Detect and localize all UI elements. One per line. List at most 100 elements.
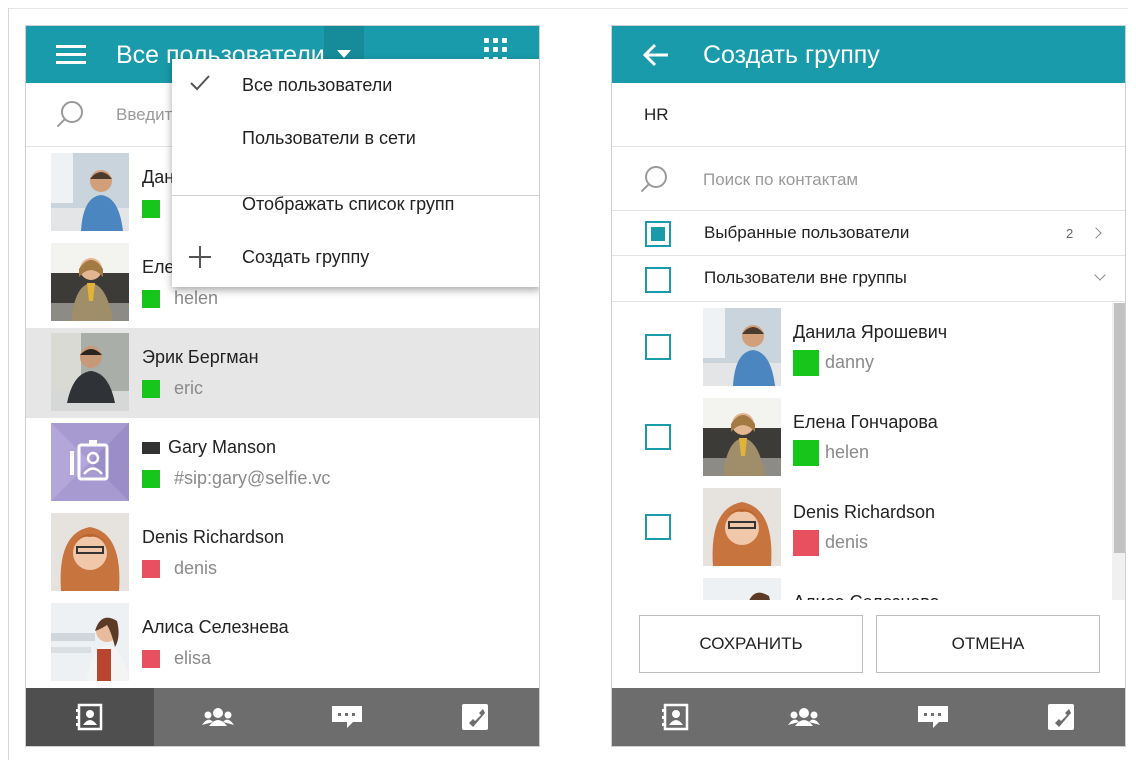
contact-login: #sip:gary@selfie.vc bbox=[174, 468, 331, 488]
tab-groups[interactable] bbox=[740, 688, 868, 746]
member-checkbox[interactable] bbox=[645, 514, 671, 540]
selected-users-checkbox[interactable] bbox=[645, 221, 671, 247]
menu-item-label: Отображать список групп bbox=[242, 194, 455, 214]
contact-row[interactable]: Gary Manson #sip:gary@selfie.vc bbox=[26, 418, 539, 508]
cancel-button[interactable]: ОТМЕНА bbox=[876, 615, 1100, 673]
chat-icon bbox=[331, 706, 362, 728]
member-list: Данила Ярошевич danny Елена Гончарова he… bbox=[612, 303, 1125, 600]
member-name: Denis Richardson bbox=[793, 502, 936, 522]
filter-dropdown-menu: Все пользователи Пользователи в сети Ото… bbox=[172, 59, 539, 287]
avatar bbox=[703, 398, 781, 476]
member-checkbox[interactable] bbox=[645, 424, 671, 450]
member-name: Данила Ярошевич bbox=[793, 322, 948, 342]
save-button[interactable]: СОХРАНИТЬ bbox=[639, 615, 863, 673]
phone-icon bbox=[1047, 704, 1074, 730]
hamburger-menu-icon[interactable] bbox=[56, 45, 86, 65]
contact-name: Эрик Бергман bbox=[142, 347, 259, 367]
selected-users-count: 2 bbox=[1066, 226, 1074, 241]
tab-calls[interactable] bbox=[997, 688, 1125, 746]
status-indicator bbox=[142, 380, 160, 398]
create-group-appbar: Создать группу bbox=[612, 26, 1125, 83]
search-icon bbox=[61, 101, 83, 123]
contact-login: denis bbox=[174, 558, 218, 578]
chat-icon bbox=[917, 706, 948, 728]
member-list-scrollbar[interactable] bbox=[1112, 303, 1125, 600]
chevron-right-icon bbox=[1090, 227, 1102, 239]
menu-item-all-users[interactable]: Все пользователи bbox=[172, 61, 539, 113]
group-icon bbox=[202, 708, 235, 726]
chevron-down-icon bbox=[1094, 269, 1106, 281]
status-indicator bbox=[793, 350, 819, 376]
member-login: danny bbox=[825, 352, 875, 372]
contact-row[interactable]: Алиса Селезнева elisa bbox=[26, 598, 539, 688]
outside-users-checkbox[interactable] bbox=[645, 267, 671, 293]
contact-name: Алиса Селезнева bbox=[142, 617, 289, 637]
member-row[interactable]: Алиса Селезнева elisa bbox=[612, 573, 1112, 600]
tab-groups[interactable] bbox=[154, 688, 282, 746]
bottom-tab-bar bbox=[612, 688, 1125, 746]
contact-row[interactable]: Эрик Бергман eric bbox=[26, 328, 539, 418]
menu-item-create-group[interactable]: Создать группу bbox=[172, 233, 539, 285]
avatar bbox=[51, 603, 129, 681]
status-indicator bbox=[793, 530, 819, 556]
selected-users-label: Выбранные пользователи bbox=[704, 223, 910, 242]
avatar bbox=[51, 243, 129, 321]
contact-login: helen bbox=[174, 288, 219, 308]
avatar bbox=[703, 308, 781, 386]
outside-users-row[interactable]: Пользователи вне группы bbox=[612, 257, 1125, 302]
contact-name: Denis Richardson bbox=[142, 527, 285, 547]
menu-item-label: Создать группу bbox=[242, 247, 370, 267]
member-row[interactable]: Данила Ярошевич danny bbox=[612, 303, 1112, 393]
member-row[interactable]: Denis Richardson denis bbox=[612, 483, 1112, 573]
avatar bbox=[703, 578, 781, 600]
tab-chat[interactable] bbox=[283, 688, 411, 746]
tab-chat[interactable] bbox=[869, 688, 997, 746]
contact-name: Gary Manson bbox=[168, 437, 277, 457]
status-indicator bbox=[142, 470, 160, 488]
contacts-screen: Все пользователи Введите имя Данила Ярош… bbox=[25, 25, 540, 747]
contact-row[interactable]: Denis Richardson denis bbox=[26, 508, 539, 598]
status-indicator bbox=[142, 290, 160, 308]
menu-item-online-users[interactable]: Пользователи в сети bbox=[172, 114, 539, 166]
tab-contacts[interactable] bbox=[612, 688, 740, 746]
frame-top-line bbox=[8, 8, 1128, 9]
avatar bbox=[51, 513, 129, 591]
menu-item-label: Все пользователи bbox=[242, 75, 393, 95]
address-book-icon bbox=[76, 703, 103, 731]
scrollbar-thumb[interactable] bbox=[1114, 303, 1125, 553]
status-indicator bbox=[142, 560, 160, 578]
menu-item-show-groups[interactable]: Отображать список групп bbox=[172, 180, 539, 232]
search-input[interactable]: Поиск по контактам bbox=[703, 170, 858, 190]
member-checkbox[interactable] bbox=[645, 334, 671, 360]
create-group-title: Создать группу bbox=[703, 41, 880, 69]
search-icon bbox=[645, 166, 667, 188]
checkmark-icon bbox=[190, 75, 210, 91]
address-book-icon bbox=[662, 703, 689, 731]
selected-users-row[interactable]: Выбранные пользователи 2 bbox=[612, 212, 1125, 256]
contacts-search-bar[interactable]: Поиск по контактам bbox=[612, 148, 1125, 211]
avatar bbox=[51, 423, 129, 501]
avatar bbox=[51, 333, 129, 411]
phone-icon bbox=[461, 704, 488, 730]
frame-left-line bbox=[8, 8, 9, 760]
status-indicator bbox=[142, 200, 160, 218]
menu-item-label: Пользователи в сети bbox=[242, 128, 416, 148]
laptop-icon bbox=[142, 442, 160, 455]
member-login: denis bbox=[825, 532, 869, 552]
tab-calls[interactable] bbox=[411, 688, 539, 746]
create-group-screen: Создать группу HR Поиск по контактам Выб… bbox=[611, 25, 1126, 747]
tab-contacts[interactable] bbox=[26, 688, 155, 746]
back-arrow-icon[interactable] bbox=[642, 43, 670, 67]
status-indicator bbox=[793, 440, 819, 466]
member-name: Алиса Селезнева bbox=[793, 592, 940, 600]
group-icon bbox=[788, 708, 821, 726]
outside-users-label: Пользователи вне группы bbox=[704, 268, 907, 287]
contact-name-row: Gary Manson bbox=[142, 437, 276, 458]
member-row[interactable]: Елена Гончарова helen bbox=[612, 393, 1112, 483]
group-name-value: HR bbox=[644, 105, 669, 124]
avatar bbox=[51, 153, 129, 231]
contact-login: elisa bbox=[174, 648, 212, 668]
plus-icon bbox=[189, 246, 211, 268]
group-name-field[interactable]: HR bbox=[612, 83, 1125, 147]
bottom-tab-bar bbox=[26, 688, 539, 746]
